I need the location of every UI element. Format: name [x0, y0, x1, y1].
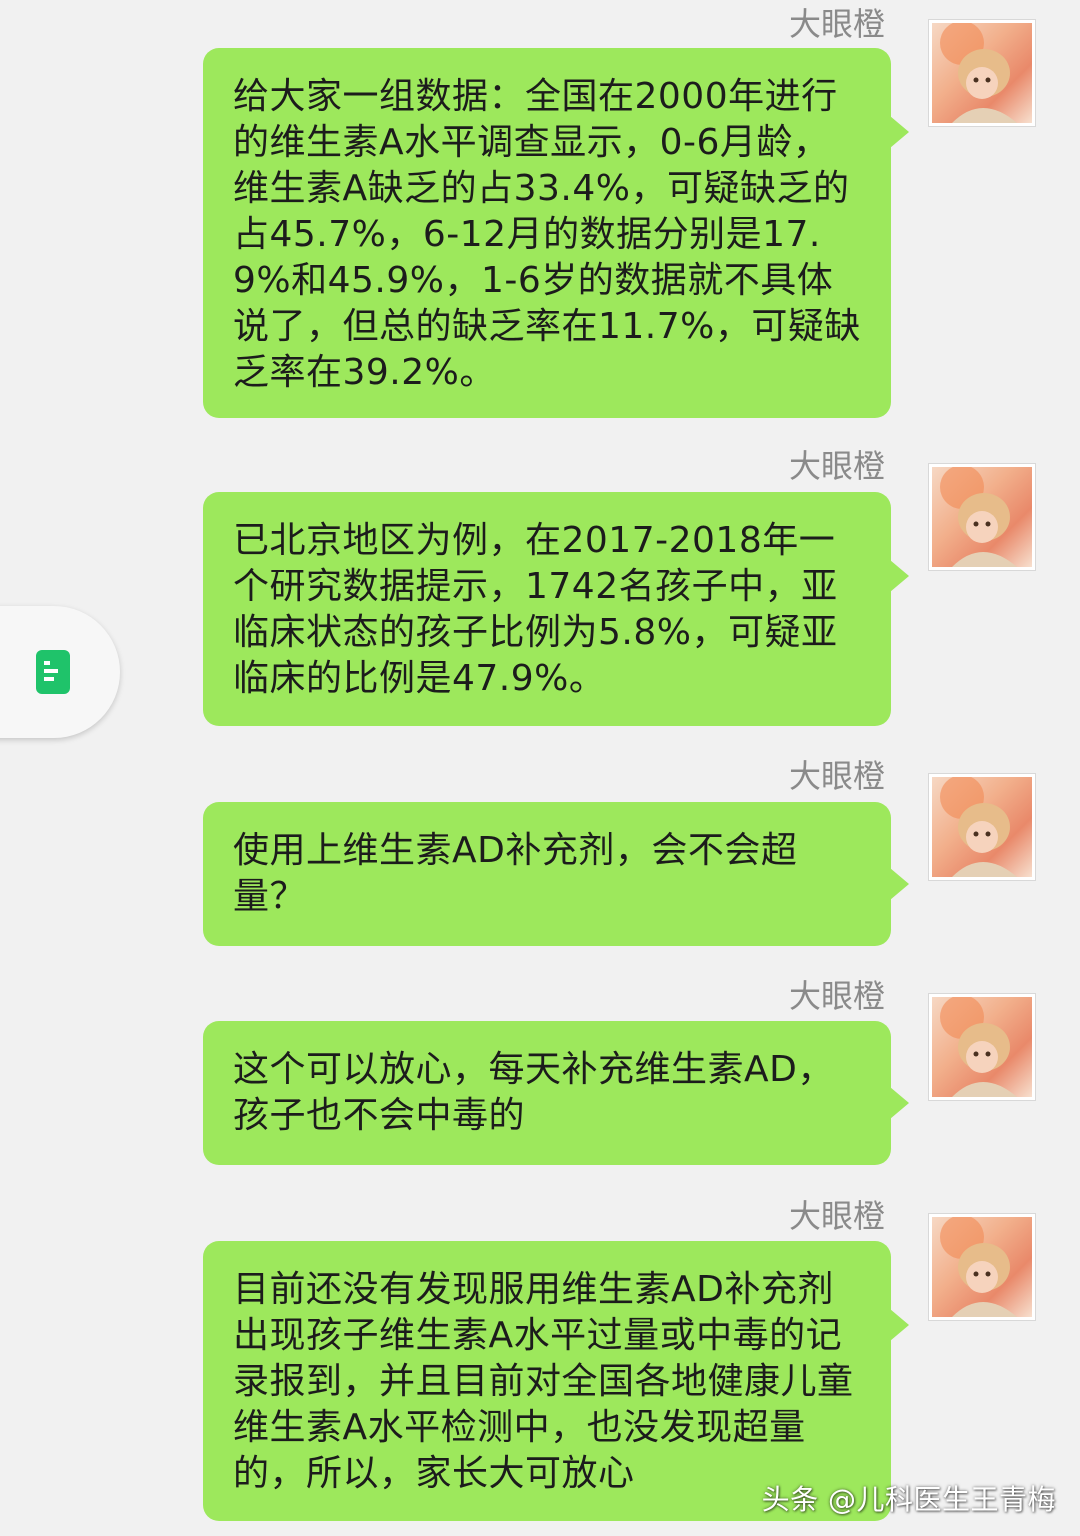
message-bubble[interactable]: 已北京地区为例，在2017-2018年一个研究数据提示，1742名孩子中，亚临床… — [203, 492, 909, 726]
message-bubble[interactable]: 给大家一组数据：全国在2000年进行的维生素A水平调查显示，0-6月龄，维生素A… — [203, 48, 909, 418]
bubble-tail — [890, 1087, 909, 1119]
watermark: 头条 @儿科医生王青梅 — [761, 1483, 1056, 1516]
floating-notes-button[interactable] — [0, 606, 120, 738]
bubble-tail — [890, 116, 909, 148]
message-bubble[interactable]: 使用上维生素AD补充剂，会不会超量？ — [203, 802, 909, 946]
avatar[interactable] — [929, 774, 1035, 880]
sender-name: 大眼橙 — [788, 977, 885, 1015]
avatar[interactable] — [929, 994, 1035, 1100]
sender-name: 大眼橙 — [788, 5, 885, 43]
message-text: 这个可以放心，每天补充维生素AD，孩子也不会中毒的 — [233, 1049, 834, 1136]
sender-name: 大眼橙 — [788, 757, 885, 795]
bubble-tail — [890, 868, 909, 900]
document-icon — [36, 650, 70, 694]
sender-name: 大眼橙 — [788, 447, 885, 485]
bubble-tail — [890, 1309, 909, 1341]
avatar[interactable] — [929, 1214, 1035, 1320]
avatar[interactable] — [929, 464, 1035, 570]
bubble-tail — [890, 560, 909, 592]
message-text: 给大家一组数据：全国在2000年进行的维生素A水平调查显示，0-6月龄，维生素A… — [233, 76, 861, 393]
message-text: 已北京地区为例，在2017-2018年一个研究数据提示，1742名孩子中，亚临床… — [233, 520, 838, 699]
avatar[interactable] — [929, 20, 1035, 126]
message-bubble[interactable]: 这个可以放心，每天补充维生素AD，孩子也不会中毒的 — [203, 1021, 909, 1165]
chat-screen: 大眼橙 给大家一组数据：全国在2000年进行的维生素A水平调查显示，0-6月龄，… — [0, 0, 1080, 1536]
message-text: 目前还没有发现服用维生素AD补充剂出现孩子维生素A水平过量或中毒的记录报到，并且… — [233, 1269, 854, 1494]
message-text: 使用上维生素AD补充剂，会不会超量？ — [233, 830, 798, 917]
sender-name: 大眼橙 — [788, 1197, 885, 1235]
